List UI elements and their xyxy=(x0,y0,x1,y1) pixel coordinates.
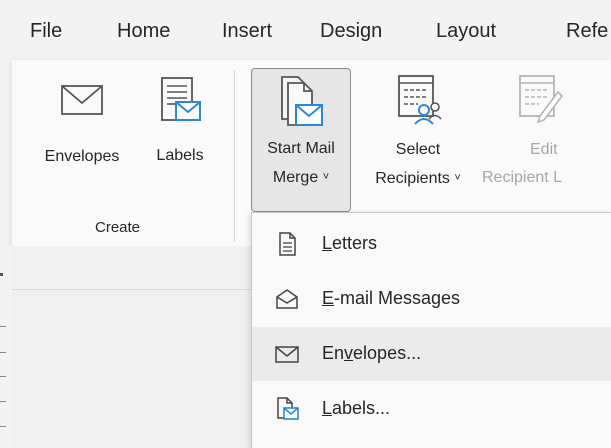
group-separator xyxy=(234,70,235,242)
menu-item-label: E-mail Messages xyxy=(322,288,461,308)
menu-item-letters[interactable]: Letters xyxy=(252,217,611,271)
menu-item-label: Labels... xyxy=(322,398,391,418)
group-label-create: Create xyxy=(95,219,141,236)
start-mail-merge-label-line1: Start Mail xyxy=(267,140,335,157)
select-recipients-button[interactable]: Select Recipients ˅ xyxy=(364,72,472,191)
edit-recipient-label-line1: Edit xyxy=(530,141,558,158)
document-icon xyxy=(279,232,296,256)
envelope-icon xyxy=(275,346,299,363)
vertical-ruler xyxy=(0,246,12,447)
labels-icon xyxy=(161,77,201,121)
ruler-tick xyxy=(0,426,6,427)
menu-bar: File Home Insert Design Layout Refe xyxy=(0,0,611,60)
select-recipients-icon xyxy=(398,75,442,125)
start-mail-merge-label-line2: Merge ˅ xyxy=(272,169,330,186)
select-recipients-label-line1: Select xyxy=(395,141,441,158)
chevron-down-icon: ˅ xyxy=(322,171,330,183)
ruler-tick xyxy=(0,352,6,353)
menu-item-label: Envelopes... xyxy=(322,343,422,363)
envelope-icon xyxy=(61,85,103,115)
edit-recipient-list-button[interactable]: Edit Recipient L xyxy=(482,72,611,190)
tab-references[interactable]: Refe xyxy=(566,20,608,43)
page-edge xyxy=(12,289,251,290)
menu-item-email-messages[interactable]: E-mail Messages xyxy=(252,272,611,326)
tab-design[interactable]: Design xyxy=(320,20,382,43)
start-mail-merge-button[interactable]: Start Mail Merge ˅ xyxy=(251,68,351,212)
menu-item-label: Letters xyxy=(322,233,378,253)
labels-icon xyxy=(277,397,299,420)
start-mail-merge-dropdown: Letters E-mail Messages Envelopes... Lab… xyxy=(251,212,611,448)
open-envelope-icon xyxy=(276,289,298,309)
edit-recipient-list-icon xyxy=(519,75,564,124)
menu-item-envelopes[interactable]: Envelopes... xyxy=(252,327,611,381)
document-area[interactable] xyxy=(12,246,251,447)
ruler-tick xyxy=(0,326,6,327)
envelopes-button[interactable]: Envelopes xyxy=(34,82,130,169)
envelopes-label: Envelopes xyxy=(44,148,120,165)
labels-button[interactable]: Labels xyxy=(142,74,218,168)
edit-recipient-label-line2: Recipient L xyxy=(482,169,563,186)
select-recipients-label-line2: Recipients ˅ xyxy=(375,170,461,187)
menu-item-labels[interactable]: Labels... xyxy=(252,382,611,436)
ruler-tick xyxy=(0,401,6,402)
tab-home[interactable]: Home xyxy=(117,20,170,43)
start-mail-merge-icon xyxy=(281,76,323,126)
tab-layout[interactable]: Layout xyxy=(436,20,496,43)
ruler-tick xyxy=(0,376,6,377)
tab-file[interactable]: File xyxy=(30,20,62,43)
labels-label: Labels xyxy=(156,147,204,164)
chevron-down-icon: ˅ xyxy=(454,172,461,184)
ruler-marker xyxy=(0,273,3,276)
tab-insert[interactable]: Insert xyxy=(222,20,272,43)
